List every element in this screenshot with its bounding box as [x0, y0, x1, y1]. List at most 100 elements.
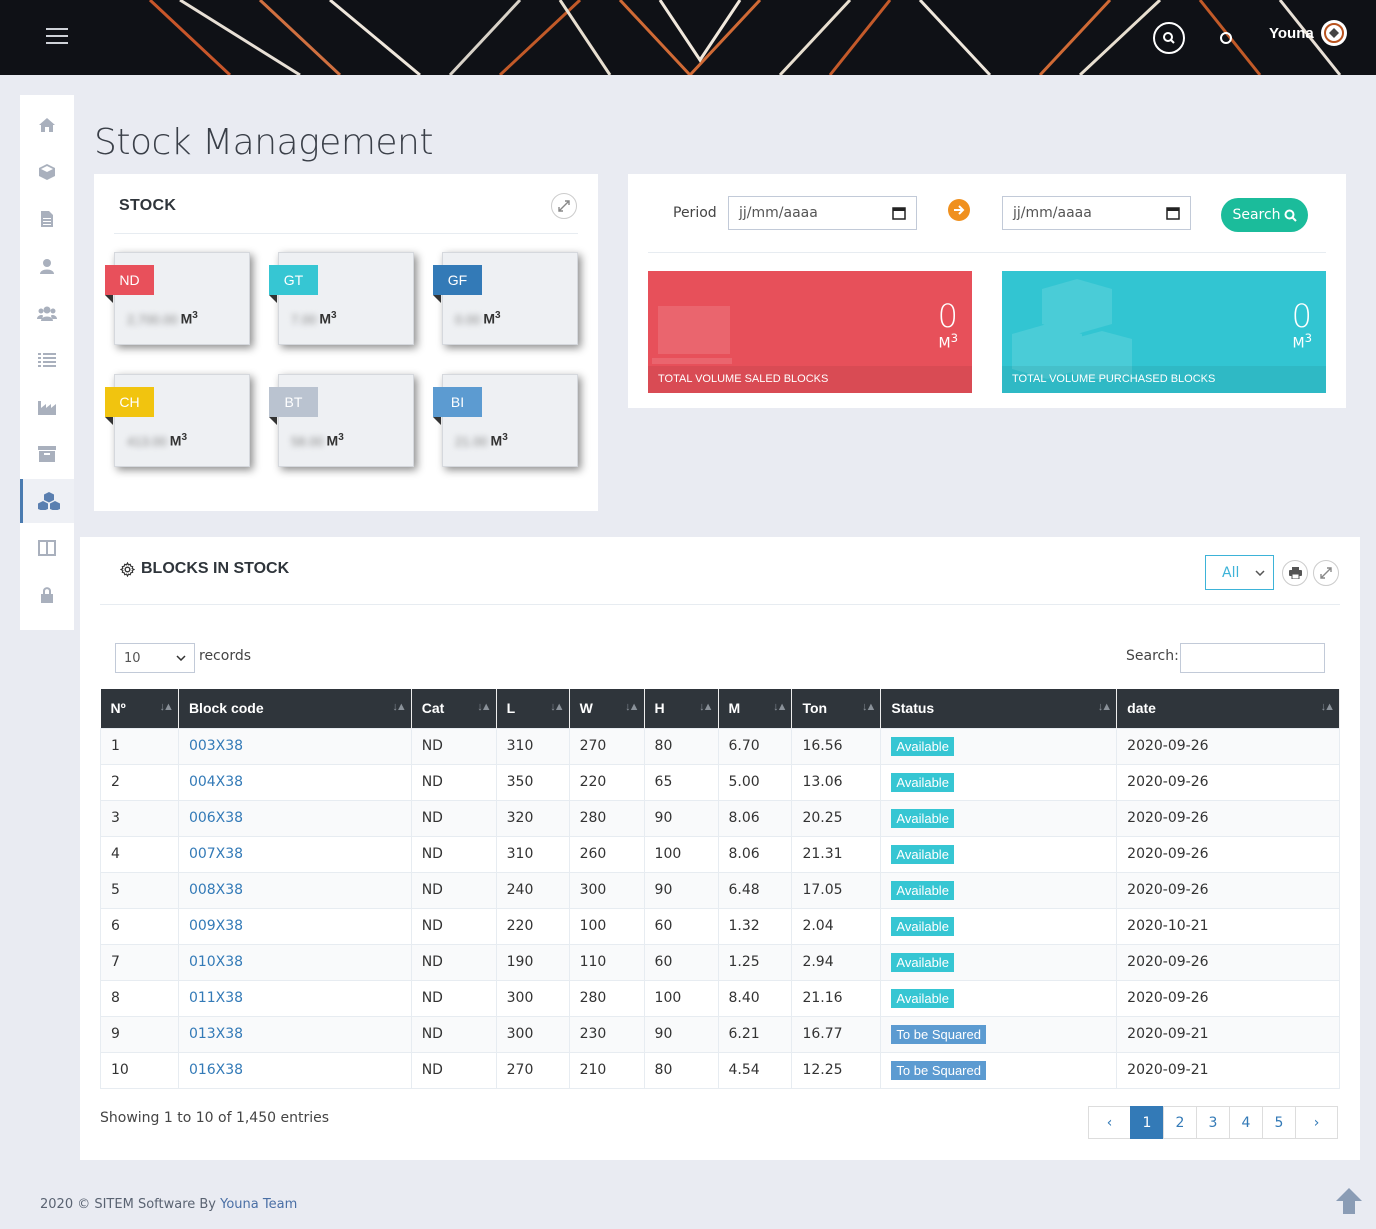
column-header[interactable]: Status ↓▲	[880, 689, 1118, 728]
sidebar-item-blocks[interactable]	[20, 150, 74, 194]
block-code-link[interactable]: 009X38	[189, 918, 243, 934]
column-header[interactable]: W ↓▲	[569, 689, 645, 728]
stock-amount: 413.00	[127, 433, 167, 449]
scroll-top-icon[interactable]	[1334, 1186, 1364, 1220]
table-cell: Available	[880, 763, 1118, 801]
archive-icon	[38, 446, 56, 462]
sidebar-item-columns[interactable]	[20, 526, 74, 570]
block-code-link[interactable]: 013X38	[189, 1026, 243, 1042]
to-placeholder: jj/mm/aaaa	[1013, 205, 1092, 221]
footer-link[interactable]: Youna Team	[220, 1197, 297, 1212]
stock-tag: GT	[269, 265, 318, 303]
column-header[interactable]: Ton ↓▲	[791, 689, 882, 728]
column-header[interactable]: M ↓▲	[718, 689, 793, 728]
block-code-link[interactable]: 007X38	[189, 846, 243, 862]
stock-card-nd: ND 2,700.00 M3	[105, 252, 250, 345]
table-cell: 2.94	[791, 943, 882, 981]
table-cell: 16.56	[791, 727, 882, 765]
user-name[interactable]: Youna	[1269, 25, 1314, 42]
block-code-link[interactable]: 011X38	[189, 990, 243, 1006]
sidebar-item-user[interactable]	[20, 244, 74, 288]
sidebar-item-list[interactable]	[20, 338, 74, 382]
table-search-label: Search:	[1126, 648, 1179, 664]
status-badge: Available	[891, 952, 954, 972]
sort-icon[interactable]: ↓▲	[160, 701, 174, 713]
column-header[interactable]: H ↓▲	[644, 689, 719, 728]
pagination-page[interactable]: 5	[1262, 1106, 1296, 1139]
period-label: Period	[673, 205, 717, 221]
stock-amount: 58.00	[291, 433, 324, 449]
sort-icon[interactable]: ↓▲	[1098, 701, 1112, 713]
stock-unit: M3	[169, 432, 187, 449]
sort-icon[interactable]: ↓▲	[1321, 701, 1335, 713]
sort-icon[interactable]: ↓▲	[625, 701, 639, 713]
period-search-button[interactable]: Search	[1221, 198, 1308, 232]
column-header[interactable]: Nº ↓▲	[100, 689, 179, 728]
calendar-icon[interactable]	[1166, 206, 1180, 220]
period-to-input[interactable]: jj/mm/aaaa	[1002, 196, 1191, 230]
table-cell: 220	[568, 763, 645, 801]
sort-icon[interactable]: ↓▲	[550, 701, 564, 713]
sidebar-item-archive[interactable]	[20, 432, 74, 476]
saled-volume-box: 0 M3 TOTAL VOLUME SALED BLOCKS	[648, 271, 972, 393]
print-button[interactable]	[1282, 560, 1308, 586]
sort-icon[interactable]: ↓▲	[773, 701, 787, 713]
pagination-page[interactable]: 4	[1229, 1106, 1263, 1139]
stock-card-ch: CH 413.00 M3	[105, 374, 250, 467]
pagination-prev[interactable]: ‹	[1088, 1106, 1131, 1139]
stock-expand-button[interactable]	[551, 193, 577, 219]
table-cell: ND	[410, 727, 497, 765]
column-header[interactable]: L ↓▲	[496, 689, 570, 728]
pagination-page[interactable]: 1	[1130, 1106, 1164, 1139]
pagination-page[interactable]: 3	[1196, 1106, 1230, 1139]
column-header[interactable]: date ↓▲	[1116, 689, 1340, 728]
table-cell: 240	[495, 871, 570, 909]
saled-volume-value: 0	[937, 297, 958, 335]
table-cell: 270	[495, 1051, 570, 1089]
records-per-page-select[interactable]: 10	[115, 643, 195, 673]
column-header[interactable]: Block code ↓▲	[178, 689, 412, 728]
sidebar-item-users[interactable]	[20, 291, 74, 335]
block-code-link[interactable]: 006X38	[189, 810, 243, 826]
avatar[interactable]	[1321, 20, 1347, 46]
block-code-link[interactable]: 010X38	[189, 954, 243, 970]
period-from-input[interactable]: jj/mm/aaaa	[728, 196, 917, 230]
table-cell: 13.06	[791, 763, 882, 801]
table-search-input[interactable]	[1180, 643, 1325, 673]
column-header[interactable]: Cat ↓▲	[411, 689, 497, 728]
table-cell: 300	[495, 979, 570, 1017]
status-badge: To be Squared	[891, 1060, 986, 1080]
calendar-icon[interactable]	[892, 206, 906, 220]
table-cell: Available	[880, 907, 1118, 945]
pagination-next[interactable]: ›	[1295, 1106, 1338, 1139]
table-cell: 100	[643, 979, 719, 1017]
header-search-button[interactable]	[1153, 22, 1185, 54]
block-code-link[interactable]: 003X38	[189, 738, 243, 754]
page-title: Stock Management	[94, 122, 433, 163]
cube-icon	[39, 164, 55, 180]
table-cell: To be Squared	[880, 1015, 1118, 1053]
table-row: 9 013X38 ND 300 230 90 6.21 16.77 To be Squared 2…	[100, 1015, 1340, 1053]
chevron-down-icon	[1255, 569, 1265, 576]
notification-icon[interactable]	[1220, 32, 1232, 44]
sort-icon[interactable]: ↓▲	[392, 701, 406, 713]
sort-icon[interactable]: ↓▲	[862, 701, 876, 713]
sidebar-item-documents[interactable]	[20, 197, 74, 241]
menu-toggle-icon[interactable]	[46, 28, 68, 44]
block-code-link[interactable]: 004X38	[189, 774, 243, 790]
stock-card-gf: GF 0.00 M3	[433, 252, 578, 345]
stock-unit: M3	[483, 310, 501, 327]
sidebar-item-home[interactable]	[20, 103, 74, 147]
stock-amount: 0.00	[455, 311, 481, 327]
block-code-link[interactable]: 016X38	[189, 1062, 243, 1078]
sidebar-item-lock[interactable]	[20, 573, 74, 617]
status-filter-select[interactable]: All	[1205, 555, 1274, 590]
pagination-page[interactable]: 2	[1163, 1106, 1197, 1139]
sort-icon[interactable]: ↓▲	[699, 701, 713, 713]
sidebar-item-stock[interactable]	[20, 479, 74, 523]
blocks-expand-button[interactable]	[1313, 560, 1339, 586]
sidebar-item-factory[interactable]	[20, 385, 74, 429]
sort-icon[interactable]: ↓▲	[477, 701, 491, 713]
block-code-link[interactable]: 008X38	[189, 882, 243, 898]
stock-panel: STOCK ND 2,700.00 M3 GT 7.00 M3 GF 0.00 M3 CH 413.…	[94, 174, 598, 511]
